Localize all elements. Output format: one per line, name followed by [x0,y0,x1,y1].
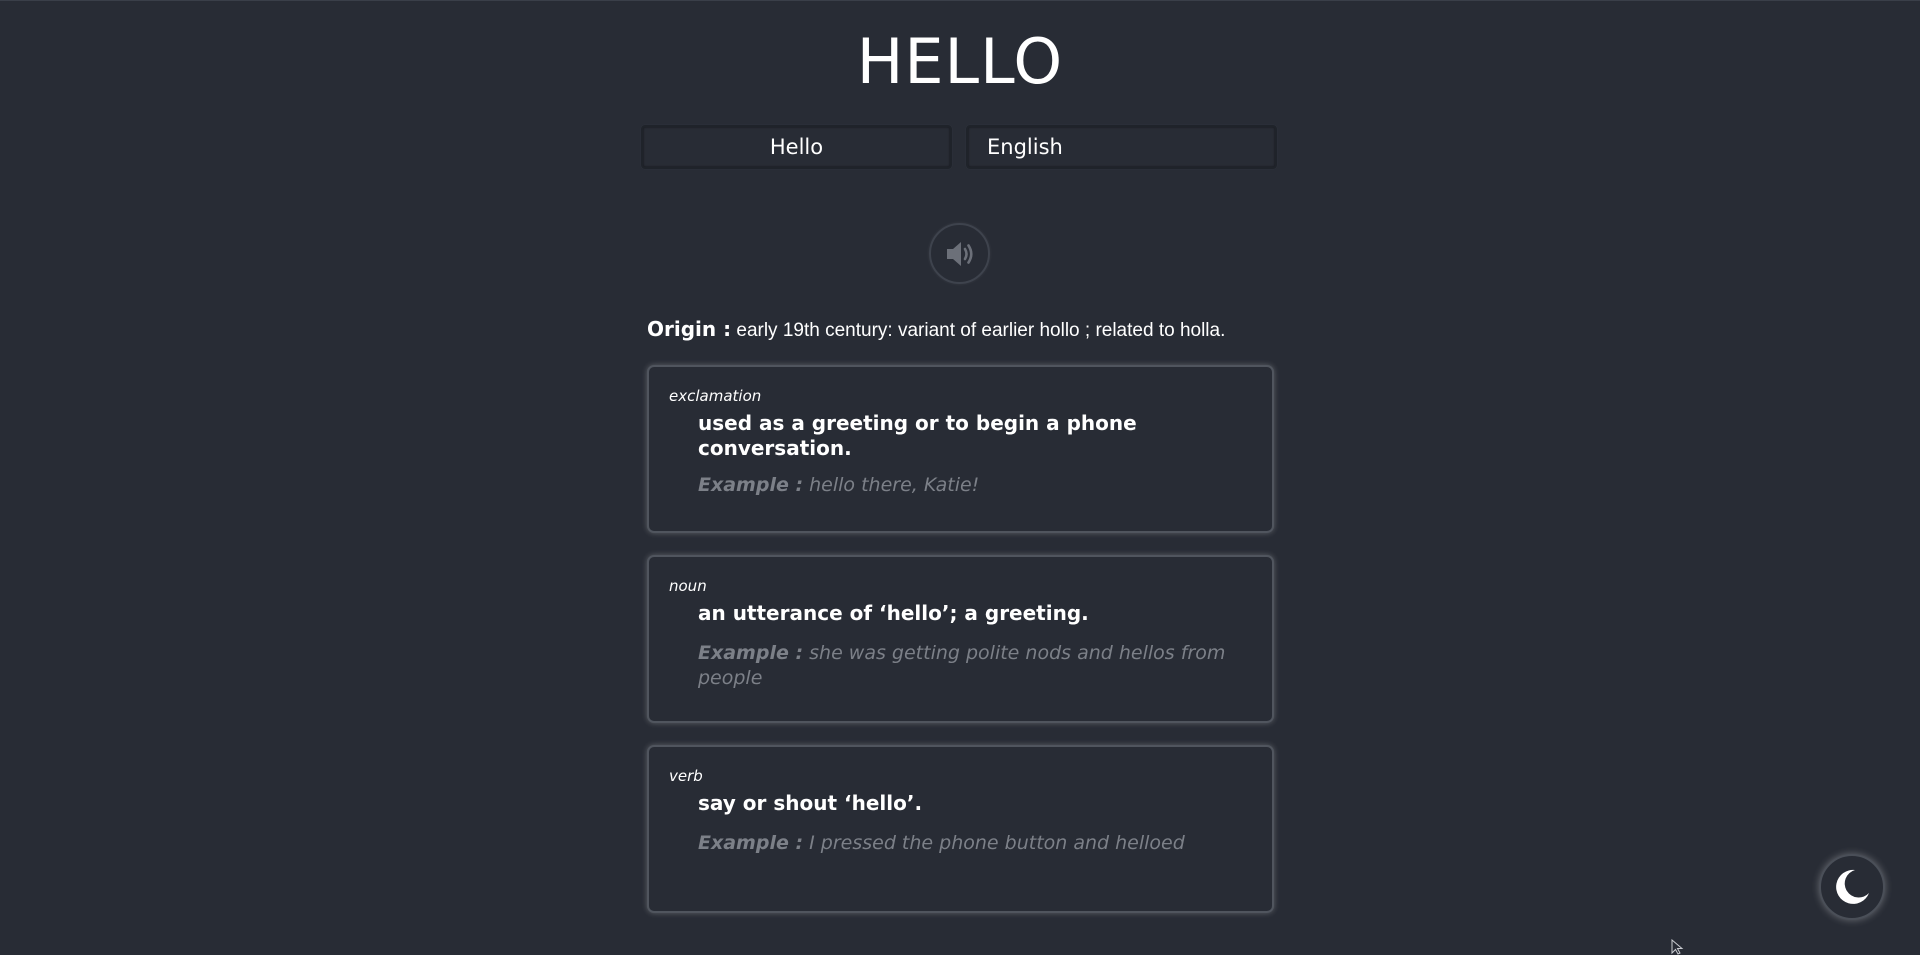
speaker-icon [943,237,977,271]
part-of-speech: noun [669,577,707,595]
example-text: hello there, Katie! [809,474,980,496]
definition-text: say or shout ‘hello’. [698,791,923,815]
origin-line: Origin : early 19th century: variant of … [647,315,1225,345]
mouse-cursor-icon [1671,938,1685,955]
word-title: HELLO [856,25,1064,98]
moon-icon [1831,866,1873,908]
part-of-speech: exclamation [669,387,762,405]
pronunciation-button[interactable] [929,223,990,284]
dictionary-app: HELLO Origin : early 19th century: varia… [0,0,1920,955]
example-label: Example : [698,642,804,664]
definition-card: verb say or shout ‘hello’. Example : I p… [647,745,1274,913]
origin-text: early 19th century: variant of earlier h… [736,320,1226,341]
language-input[interactable] [966,125,1277,169]
origin-label: Origin : [647,317,732,341]
definition-card: exclamation used as a greeting or to beg… [647,365,1274,533]
theme-toggle-button[interactable] [1819,854,1885,920]
example-label: Example : [698,474,804,496]
definition-text: an utterance of ‘hello’; a greeting. [698,601,1089,625]
window-top-border [0,0,1920,1]
part-of-speech: verb [669,767,703,785]
example-line: Example : hello there, Katie! [698,473,1243,498]
example-label: Example : [698,832,804,854]
definition-card: noun an utterance of ‘hello’; a greeting… [647,555,1274,723]
word-input[interactable] [641,125,952,169]
example-line: Example : she was getting polite nods an… [698,641,1243,691]
example-line: Example : I pressed the phone button and… [698,831,1243,856]
definition-text: used as a greeting or to begin a phone c… [698,411,1137,460]
example-text: I pressed the phone button and helloed [809,832,1185,854]
